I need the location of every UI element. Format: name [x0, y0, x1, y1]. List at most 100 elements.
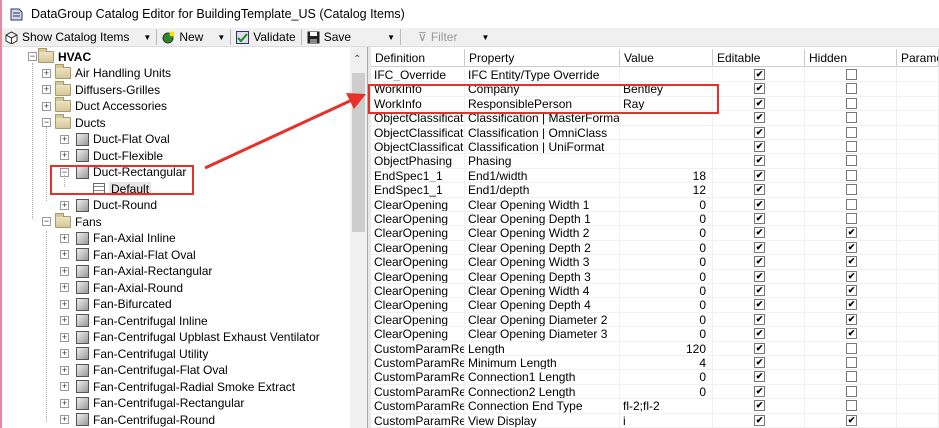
collapse-icon[interactable]: −	[42, 118, 51, 127]
value-cell[interactable]: 0	[620, 226, 713, 240]
expand-icon[interactable]: +	[60, 200, 69, 210]
table-row[interactable]: CustomParamRec Connection2 Length 0 ✔	[371, 384, 939, 400]
editable-checkbox[interactable]: ✔	[754, 213, 765, 224]
editable-checkbox[interactable]: ✔	[754, 285, 765, 296]
hidden-checkbox[interactable]: ✔	[846, 328, 857, 340]
column-header[interactable]: Parame	[897, 49, 939, 67]
value-cell[interactable]: 0	[620, 255, 713, 269]
tree-node[interactable]: + Air Handling Units	[42, 64, 171, 81]
editable-checkbox[interactable]: ✔	[754, 184, 765, 196]
value-cell[interactable]: 12	[620, 183, 713, 197]
editable-checkbox[interactable]: ✔	[754, 97, 765, 109]
tree-node[interactable]: + Fan-Axial-Round	[60, 280, 183, 295]
value-cell[interactable]: 0	[620, 269, 713, 283]
table-row[interactable]: CustomParamRec Connection End Type fl-2;fl…	[371, 399, 939, 414]
collapse-icon[interactable]: −	[42, 217, 51, 226]
value-cell[interactable]: 18	[620, 168, 713, 183]
value-cell[interactable]: i	[620, 413, 713, 427]
validate-button[interactable]: Validate	[233, 28, 298, 46]
editable-checkbox[interactable]: ✔	[754, 141, 765, 152]
tree-node[interactable]: + Fan-Axial-Flat Oval	[60, 247, 196, 262]
new-button[interactable]: New ▼	[159, 28, 228, 46]
editable-checkbox[interactable]: ✔	[754, 400, 765, 412]
tree-node[interactable]: + Fan-Centrifugal-Round	[60, 412, 215, 427]
value-cell[interactable]	[620, 154, 713, 168]
tree-node[interactable]: − Fans	[42, 212, 102, 229]
editable-checkbox[interactable]: ✔	[754, 414, 765, 426]
tree-node[interactable]: + Duct-Flexible	[60, 148, 163, 163]
expand-icon[interactable]: +	[60, 151, 69, 160]
table-row[interactable]: ClearOpening Clear Opening Depth 2 0 ✔ ✔	[371, 240, 939, 256]
table-row[interactable]: ObjectPhasing Phasing ✔	[371, 154, 939, 169]
table-row[interactable]: CustomParamRec Connection1 Length 0 ✔	[371, 370, 939, 385]
expand-icon[interactable]: +	[60, 233, 69, 243]
hidden-checkbox[interactable]: ✔	[846, 299, 857, 311]
hidden-checkbox[interactable]	[846, 371, 857, 383]
tree-node[interactable]: + Fan-Bifurcated	[60, 297, 172, 312]
hidden-checkbox[interactable]	[846, 198, 857, 210]
tree-node[interactable]: + Fan-Axial Inline	[60, 231, 176, 246]
editable-checkbox[interactable]: ✔	[754, 198, 765, 210]
hidden-checkbox[interactable]: ✔	[846, 414, 857, 426]
expand-icon[interactable]: +	[42, 101, 51, 111]
value-cell[interactable]	[620, 68, 713, 82]
editable-checkbox[interactable]: ✔	[754, 313, 765, 325]
value-cell[interactable]: 0	[620, 240, 713, 255]
expand-icon[interactable]: +	[42, 85, 51, 94]
table-row[interactable]: IFC_Override IFC Entity/Type Override ✔	[371, 68, 939, 83]
chevron-down-icon[interactable]: ▼	[143, 33, 151, 42]
table-row[interactable]: ClearOpening Clear Opening Diameter 3 0 ✔ ✔	[371, 327, 939, 342]
value-cell[interactable]: 4	[620, 356, 713, 370]
editable-checkbox[interactable]: ✔	[754, 385, 765, 397]
hidden-checkbox[interactable]	[846, 155, 857, 167]
hidden-checkbox[interactable]	[846, 112, 857, 124]
save-button[interactable]: Save ▼	[304, 28, 398, 46]
expand-icon[interactable]: +	[60, 415, 69, 424]
value-cell[interactable]	[620, 125, 713, 139]
hidden-checkbox[interactable]	[846, 83, 857, 95]
hidden-checkbox[interactable]	[846, 213, 857, 224]
value-cell[interactable]: 0	[620, 298, 713, 312]
editable-checkbox[interactable]: ✔	[754, 371, 765, 383]
hidden-checkbox[interactable]	[846, 357, 857, 368]
table-row[interactable]: ClearOpening Clear Opening Diameter 2 0 ✔ ✔	[371, 312, 939, 328]
expand-icon[interactable]: +	[60, 283, 69, 292]
show-catalog-items-button[interactable]: Show Catalog Items ▼	[2, 28, 154, 46]
expand-icon[interactable]: +	[42, 68, 51, 78]
editable-checkbox[interactable]: ✔	[754, 169, 765, 181]
table-row[interactable]: ClearOpening Clear Opening Depth 1 0 ✔	[371, 212, 939, 227]
tree-node[interactable]: + Fan-Centrifugal-Flat Oval	[60, 363, 228, 378]
expand-icon[interactable]: +	[60, 250, 69, 259]
tree-node[interactable]: + Fan-Axial-Rectangular	[60, 264, 212, 279]
expand-icon[interactable]: +	[60, 299, 69, 309]
table-row[interactable]: ClearOpening Clear Opening Width 2 0 ✔ ✔	[371, 226, 939, 241]
editable-checkbox[interactable]: ✔	[754, 83, 765, 95]
hidden-checkbox[interactable]	[846, 97, 857, 109]
expand-icon[interactable]: +	[60, 365, 69, 375]
tree-node[interactable]: + Fan-Centrifugal Utility	[60, 346, 208, 361]
tree-node[interactable]: + Fan-Centrifugal Inline	[60, 313, 208, 328]
value-cell[interactable]: 0	[620, 384, 713, 399]
scrollbar-thumb[interactable]	[352, 73, 365, 232]
editable-checkbox[interactable]: ✔	[754, 342, 765, 354]
hidden-checkbox[interactable]	[846, 169, 857, 181]
expand-icon[interactable]: +	[60, 316, 69, 325]
expand-icon[interactable]: +	[60, 349, 69, 358]
hidden-checkbox[interactable]: ✔	[846, 270, 857, 282]
value-cell[interactable]	[620, 140, 713, 154]
hidden-checkbox[interactable]	[846, 385, 857, 397]
table-row[interactable]: CustomParamRec View Display i ✔ ✔	[371, 413, 939, 428]
tree-node[interactable]: − Ducts	[42, 113, 106, 130]
hidden-checkbox[interactable]: ✔	[846, 313, 857, 325]
editable-checkbox[interactable]: ✔	[754, 69, 765, 80]
editable-checkbox[interactable]: ✔	[754, 227, 765, 239]
editable-checkbox[interactable]: ✔	[754, 270, 765, 282]
tree-node[interactable]: + Duct-Round	[60, 198, 157, 213]
expand-icon[interactable]: +	[60, 266, 69, 276]
table-row[interactable]: ClearOpening Clear Opening Width 4 0 ✔ ✔	[371, 284, 939, 299]
table-row[interactable]: EndSpec1_1 End1/depth 12 ✔	[371, 183, 939, 198]
value-cell[interactable]: 0	[620, 197, 713, 211]
column-header[interactable]: Definition	[371, 49, 465, 67]
value-cell[interactable]: 120	[620, 341, 713, 355]
editable-checkbox[interactable]: ✔	[754, 256, 765, 268]
